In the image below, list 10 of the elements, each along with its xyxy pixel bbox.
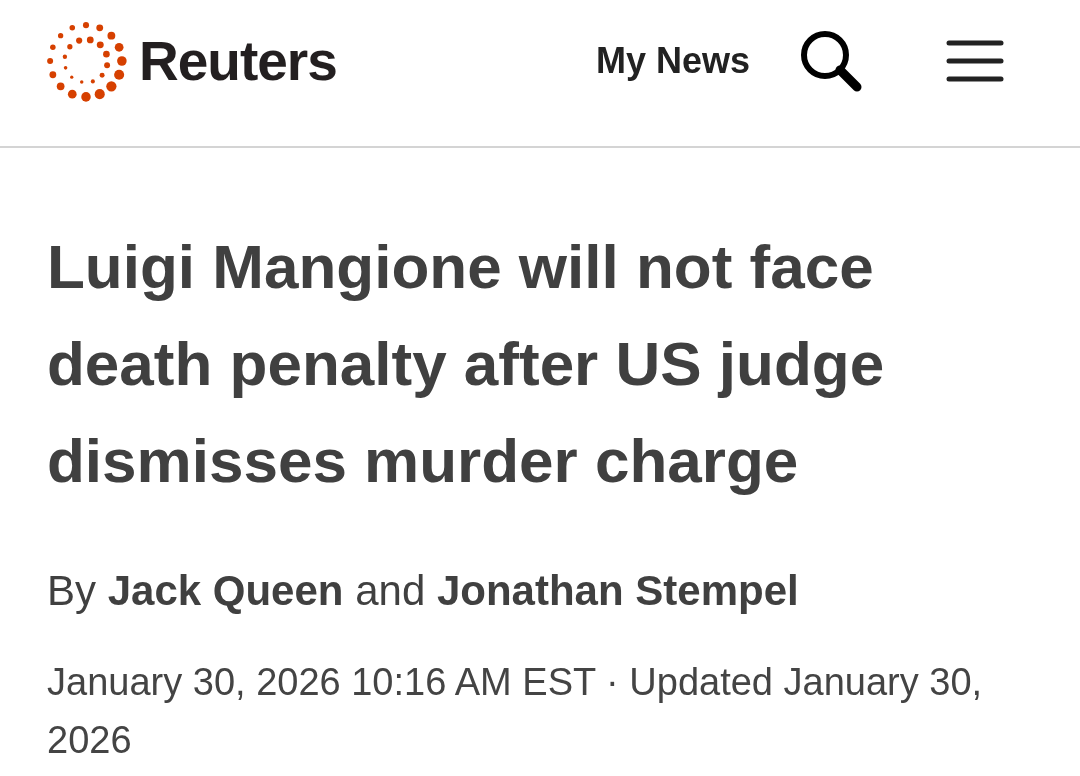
logo-link[interactable]: Reuters	[45, 20, 337, 102]
menu-button[interactable]	[946, 40, 1004, 82]
my-news-link[interactable]: My News	[595, 43, 750, 79]
menu-icon	[946, 40, 1004, 82]
dot-ring-icon	[45, 20, 127, 102]
article-timestamp: January 30, 2026 10:16 AM EST · Updated January 30, 2026	[47, 660, 984, 763]
search-icon	[799, 29, 863, 93]
article-headline: Luigi Mangione will not face death penalty after US judge dismisses murder charge	[47, 231, 886, 497]
article-byline: By Jack Queen and Jonathan Stempel	[47, 566, 800, 616]
search-button[interactable]	[798, 28, 864, 94]
